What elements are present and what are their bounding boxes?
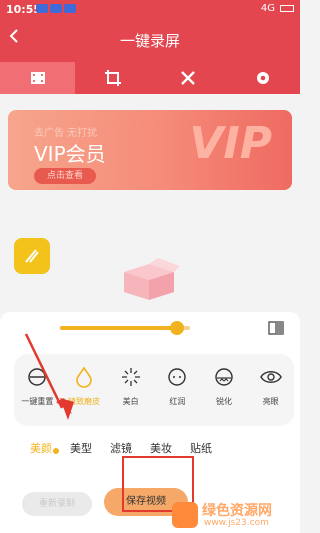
vip-title: VIP会员 [34,142,106,166]
tab-tools[interactable] [150,62,225,94]
empty-box-illustration [124,258,180,300]
tool-rosy[interactable]: 红润 [154,354,201,426]
pen-icon [25,249,39,263]
reset-icon [26,366,48,388]
tool-whiten[interactable]: 美白 [107,354,154,426]
category-label: 美颜 [30,442,52,455]
category-shape[interactable]: 美型 [70,440,92,456]
category-label: 美妆 [150,442,172,455]
category-beauty[interactable]: 美颜 [30,440,59,456]
tools-icon [180,71,195,85]
watermark-title: 绿色资源网 [202,503,272,519]
compare-icon[interactable] [268,320,284,336]
tool-label: 精致磨皮 [68,397,100,406]
tool-label: 亮眼 [262,397,279,406]
tool-label: 一键重置 [21,397,54,406]
sharpen-icon [213,366,235,388]
crop-icon [104,70,121,86]
watermark-logo [172,502,198,528]
tool-label: 锐化 [216,397,233,406]
vip-banner[interactable]: 去广告 无打扰 VIP会员 点击查看 VIP [8,110,292,190]
battery-icon [280,5,294,12]
face-icon [166,366,188,388]
category-label: 滤镜 [110,442,132,455]
vip-view-button[interactable]: 点击查看 [34,168,96,184]
rerecord-button[interactable]: 重新录制 [22,492,92,516]
status-right: 4G [261,3,294,14]
tool-reset[interactable]: 一键重置 [14,354,61,426]
tab-settings[interactable] [225,62,300,94]
tab-crop[interactable] [75,62,150,94]
category-sticker[interactable]: 贴纸 [190,440,212,456]
notification-badges [36,4,76,13]
category-label: 美型 [70,442,92,455]
category-tabs: 美颜 美型 滤镜 美妆 贴纸 [30,440,290,456]
watermark-url: www.js23.com [204,518,269,528]
slider-fill [60,326,177,330]
network-label: 4G [260,3,275,14]
app-logo[interactable] [14,238,50,274]
gear-icon [256,72,269,84]
film-icon [30,72,45,84]
tab-bar [0,62,300,94]
category-makeup[interactable]: 美妆 [150,440,172,456]
site-watermark: 绿色资源网 www.js23.com [172,500,298,530]
tool-label: 美白 [122,397,139,406]
tool-label: 红润 [169,397,186,406]
selected-dot [53,448,59,454]
intensity-slider[interactable] [60,321,190,335]
status-bar: 10:55 4G [0,0,300,18]
tool-strip: 一键重置 精致磨皮 美白 红润 锐化 亮眼 [14,354,294,426]
category-filter[interactable]: 滤镜 [110,440,132,456]
category-label: 贴纸 [190,442,212,455]
slider-knob[interactable] [170,321,184,335]
eye-icon [259,366,282,388]
vip-tagline: 去广告 无打扰 [34,128,98,139]
tab-video[interactable] [0,62,75,94]
sparkle-icon [120,366,142,388]
app-header: 10:55 4G 一键录屏 [0,0,300,62]
drop-icon [73,366,95,388]
tool-bright-eye[interactable]: 亮眼 [247,354,294,426]
tool-sharpen[interactable]: 锐化 [201,354,248,426]
tool-smooth[interactable]: 精致磨皮 [61,354,108,426]
vip-logo: VIP [189,118,272,169]
page-title: 一键录屏 [119,32,180,50]
